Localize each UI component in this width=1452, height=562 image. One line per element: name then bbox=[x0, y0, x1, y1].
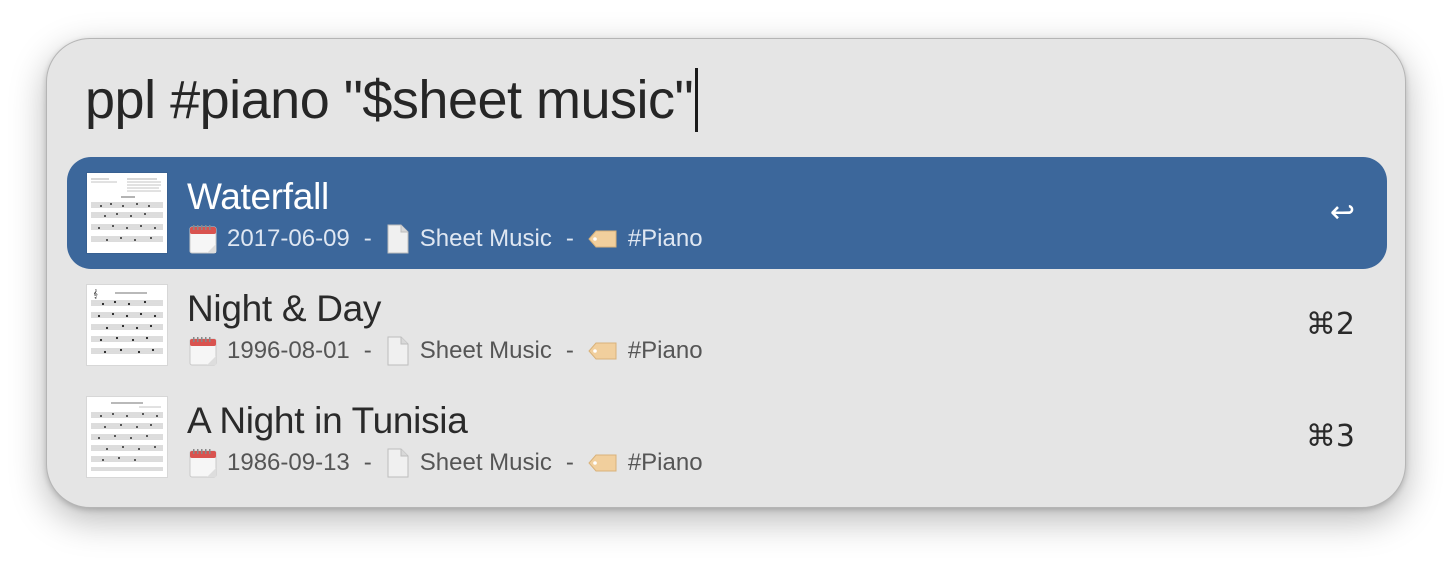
result-tag: #Piano bbox=[627, 449, 703, 476]
return-key-hint: ↩ bbox=[1329, 195, 1355, 230]
calendar-icon bbox=[189, 224, 217, 254]
meta-separator: - bbox=[565, 225, 574, 252]
result-type: Sheet Music bbox=[419, 225, 552, 252]
calendar-icon bbox=[189, 336, 217, 366]
result-type: Sheet Music bbox=[419, 337, 552, 364]
tag-icon bbox=[588, 341, 618, 361]
result-row[interactable]: 𝄞 Night & Day 1996-08-01 - Sheet Music -… bbox=[67, 269, 1387, 381]
result-title: Night & Day bbox=[187, 288, 382, 329]
meta-separator: - bbox=[565, 337, 574, 364]
document-icon bbox=[386, 224, 410, 254]
search-query-text: ppl #piano "$sheet music" bbox=[85, 70, 694, 130]
result-tag: #Piano bbox=[627, 337, 703, 364]
shortcut-hint: ⌘3 bbox=[1305, 419, 1355, 454]
result-date: 2017-06-09 bbox=[227, 225, 350, 252]
sheet-music-thumbnail: 𝄞 bbox=[87, 285, 167, 365]
result-tag: #Piano bbox=[627, 225, 703, 252]
result-meta: 1996-08-01 - Sheet Music - #Piano bbox=[189, 335, 703, 367]
svg-text:𝄞: 𝄞 bbox=[93, 289, 98, 298]
meta-separator: - bbox=[363, 225, 372, 252]
text-caret bbox=[695, 68, 699, 132]
result-row[interactable]: A Night in Tunisia 1986-09-13 - Sheet Mu… bbox=[67, 381, 1387, 493]
launcher-panel: ppl #piano "$sheet music" Waterfall 2017… bbox=[46, 38, 1406, 508]
meta-separator: - bbox=[363, 337, 372, 364]
tag-icon bbox=[588, 229, 618, 249]
search-query-field[interactable]: ppl #piano "$sheet music" bbox=[85, 67, 699, 133]
meta-separator: - bbox=[363, 449, 372, 476]
shortcut-hint: ⌘2 bbox=[1305, 307, 1355, 342]
sheet-music-thumbnail bbox=[87, 397, 167, 477]
result-date: 1986-09-13 bbox=[227, 449, 350, 476]
result-type: Sheet Music bbox=[419, 449, 552, 476]
document-icon bbox=[386, 336, 410, 366]
result-row[interactable]: Waterfall 2017-06-09 - Sheet Music - #Pi… bbox=[67, 157, 1387, 269]
tag-icon bbox=[588, 453, 618, 473]
sheet-music-thumbnail bbox=[87, 173, 167, 253]
calendar-icon bbox=[189, 448, 217, 478]
result-meta: 2017-06-09 - Sheet Music - #Piano bbox=[189, 223, 703, 255]
meta-separator: - bbox=[565, 449, 574, 476]
result-title: Waterfall bbox=[187, 176, 329, 217]
document-icon bbox=[386, 448, 410, 478]
result-meta: 1986-09-13 - Sheet Music - #Piano bbox=[189, 447, 703, 479]
result-title: A Night in Tunisia bbox=[187, 400, 468, 441]
results-list: Waterfall 2017-06-09 - Sheet Music - #Pi… bbox=[67, 157, 1387, 493]
result-date: 1996-08-01 bbox=[227, 337, 350, 364]
